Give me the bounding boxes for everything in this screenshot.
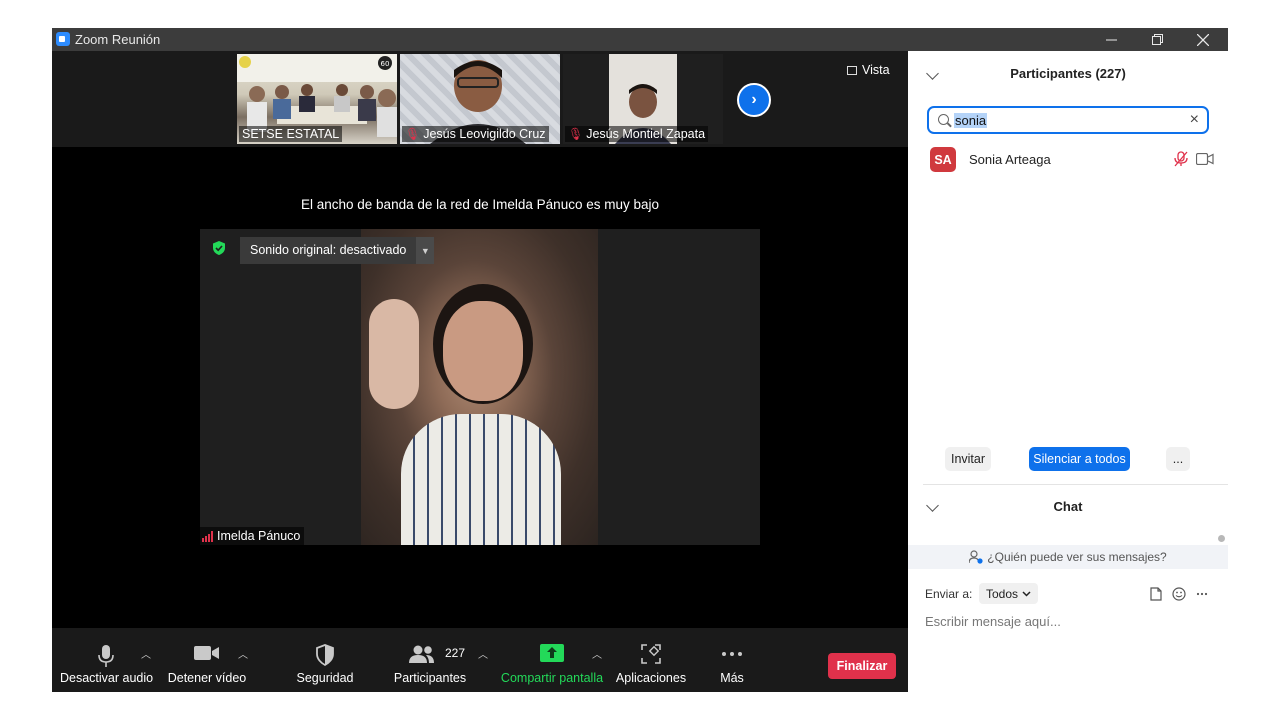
thumbnail-label: 🎙 Jesús Leovigildo Cruz [402, 126, 549, 142]
speaker-name-label: Imelda Pánuco [200, 527, 305, 545]
search-value[interactable]: sonia [954, 113, 988, 128]
thumbnail-label: 🎙 Jesús Montiel Zapata [565, 126, 709, 142]
side-panel: Participantes (227) sonia × SA Sonia Art… [908, 51, 1228, 692]
participant-row[interactable]: SA Sonia Arteaga [930, 147, 1220, 173]
share-screen-button[interactable]: Compartir pantalla [498, 628, 606, 692]
mute-audio-button[interactable]: Desactivar audio [60, 628, 153, 692]
invite-button[interactable]: Invitar [945, 447, 991, 471]
signal-strength-icon [202, 530, 213, 542]
end-meeting-button[interactable]: Finalizar [828, 653, 896, 679]
next-page-button[interactable]: › [737, 83, 771, 117]
participants-options-caret[interactable]: ︿ [478, 646, 488, 661]
video-thumbnail[interactable]: 60 SETSE ESTATAL [237, 54, 397, 144]
video-camera-icon [194, 646, 219, 660]
zoom-logo-icon [56, 32, 70, 46]
send-to-dropdown[interactable]: Todos [979, 583, 1039, 604]
chevron-right-icon: › [751, 91, 757, 108]
speaker-face [443, 301, 523, 401]
muted-mic-icon: 🎙 [568, 127, 584, 141]
video-off-icon[interactable] [1196, 153, 1214, 165]
more-dots-icon[interactable] [1196, 592, 1208, 596]
minimize-icon [1105, 39, 1117, 41]
thumbnail-label: SETSE ESTATAL [239, 126, 343, 142]
meeting-area: 60 SETSE ESTATAL 🎙Jesús Leovigildo Cruz [52, 51, 908, 628]
apps-button[interactable]: Aplicaciones [612, 628, 690, 692]
emoji-icon[interactable] [1172, 587, 1186, 601]
participants-icon [409, 645, 434, 663]
chat-message-input[interactable]: Escribir mensaje aquí... [925, 614, 1061, 629]
original-sound-label: Sonido original: desactivado [240, 237, 417, 264]
more-button[interactable]: Más [708, 628, 756, 692]
stop-video-button[interactable]: Detener vídeo [166, 628, 248, 692]
active-speaker-video[interactable]: Sonido original: desactivado ▼ Imelda Pá… [200, 229, 760, 545]
window-title: Zoom Reunión [75, 32, 161, 47]
speaker-hand [369, 299, 419, 409]
audio-options-caret[interactable]: ︿ [141, 646, 151, 661]
who-can-see-messages-link[interactable]: ¿Quién puede ver sus mensajes? [908, 545, 1228, 569]
avatar: SA [930, 147, 956, 172]
shield-icon [316, 644, 334, 666]
participant-name: Sonia Arteaga [969, 152, 1051, 167]
restore-icon [1151, 34, 1163, 45]
participants-button[interactable]: 227 Participantes [392, 628, 468, 692]
share-screen-icon [540, 644, 564, 662]
participants-panel-title: Participantes (227) [1010, 66, 1126, 81]
apps-icon [641, 644, 661, 664]
speaker-shirt [401, 414, 561, 545]
share-options-caret[interactable]: ︿ [592, 646, 602, 661]
chat-panel-title: Chat [1053, 499, 1083, 514]
more-options-button[interactable]: ... [1166, 447, 1190, 471]
grid-icon [847, 66, 857, 75]
meeting-toolbar: Desactivar audio ︿ Detener vídeo ︿ Segur… [52, 628, 908, 692]
shield-check-icon [213, 241, 225, 255]
muted-mic-icon: 🎙 [405, 127, 421, 141]
view-button[interactable]: Vista [847, 63, 890, 77]
close-icon [1197, 33, 1209, 46]
muted-mic-icon[interactable] [1174, 151, 1188, 167]
participant-search-input[interactable]: sonia × [927, 106, 1209, 134]
original-sound-control[interactable]: Sonido original: desactivado ▼ [240, 237, 435, 264]
bandwidth-warning: El ancho de banda de la red de Imelda Pá… [301, 197, 659, 212]
more-dots-icon [722, 652, 742, 656]
zoom-window: Zoom Reunión 60 SETSE ESTATAL 🎙 Jesús Le… [52, 28, 1228, 692]
video-thumbnail[interactable]: 🎙 Jesús Montiel Zapata [563, 54, 723, 144]
video-options-caret[interactable]: ︿ [238, 646, 248, 661]
panel-divider [923, 484, 1228, 485]
chevron-down-icon [1022, 590, 1031, 597]
minimize-button[interactable] [1088, 28, 1134, 51]
chevron-down-icon[interactable]: ▼ [416, 237, 435, 264]
title-bar: Zoom Reunión [52, 28, 1228, 51]
thumbnail-strip: 60 SETSE ESTATAL 🎙Jesús Leovigildo Cruz [52, 51, 908, 147]
send-to-label: Enviar a: [925, 587, 973, 601]
microphone-icon [98, 645, 114, 667]
security-button[interactable]: Seguridad [290, 628, 360, 692]
video-thumbnail[interactable]: 🎙 Jesús Leovigildo Cruz [400, 54, 560, 144]
file-icon[interactable] [1150, 587, 1162, 601]
svg-text:60: 60 [381, 60, 390, 68]
clear-search-icon[interactable]: × [1190, 111, 1199, 129]
participants-count: 227 [445, 646, 466, 660]
speaker-video-feed [361, 229, 598, 545]
mute-all-button[interactable]: Silenciar a todos [1029, 447, 1130, 471]
user-eye-icon [969, 550, 983, 564]
search-icon [938, 114, 949, 125]
close-window-button[interactable] [1180, 28, 1226, 51]
scrollbar-thumb[interactable] [1218, 535, 1225, 542]
restore-button[interactable] [1134, 28, 1180, 51]
